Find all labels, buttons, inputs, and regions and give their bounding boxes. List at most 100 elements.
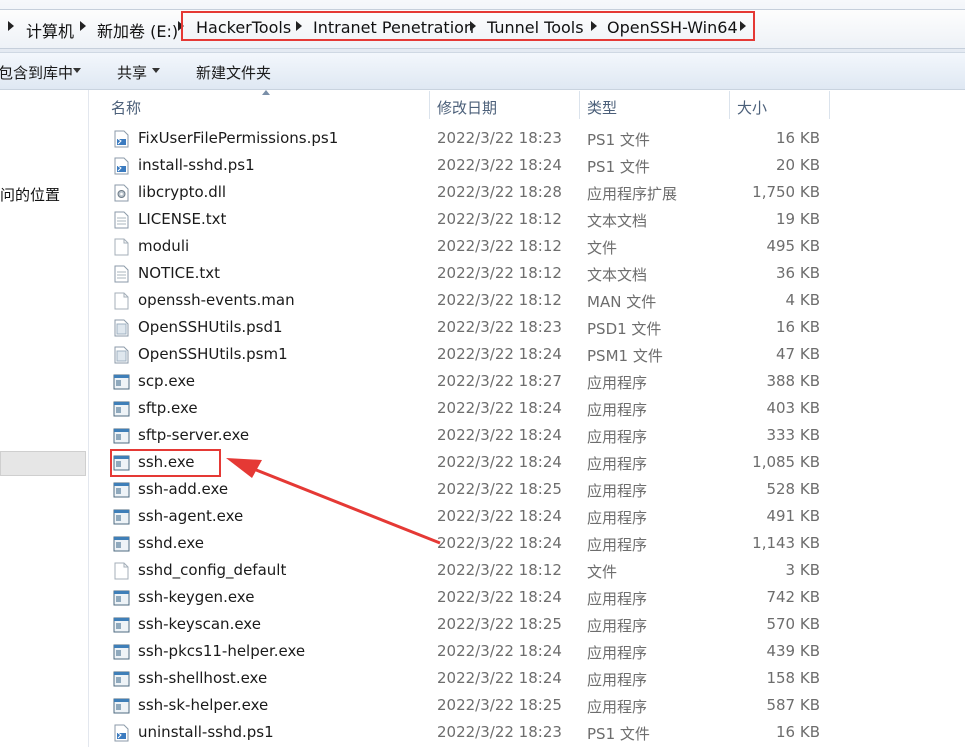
file-size: 20 KB — [776, 156, 820, 174]
file-size: 570 KB — [766, 615, 820, 633]
blank-file-icon — [113, 562, 130, 580]
file-name: ssh-sk-helper.exe — [138, 696, 269, 714]
file-size: 439 KB — [766, 642, 820, 660]
file-type: MAN 文件 — [587, 293, 657, 311]
file-type: 应用程序 — [587, 617, 648, 635]
exe-icon — [113, 427, 130, 445]
file-type: 文本文档 — [587, 212, 648, 230]
file-row[interactable]: install-sshd.ps1 2022/3/22 18:24 PS1 文件 20 … — [100, 152, 965, 179]
file-type: 文件 — [587, 239, 618, 257]
text-icon — [113, 265, 130, 283]
file-name: OpenSSHUtils.psd1 — [138, 318, 283, 336]
file-row[interactable]: ssh-agent.exe 2022/3/22 18:24 应用程序 491 KB — [100, 503, 965, 530]
file-size: 36 KB — [776, 264, 820, 282]
file-row[interactable]: sshd_config_default 2022/3/22 18:12 文件 3 KB — [100, 557, 965, 584]
file-row[interactable]: sftp.exe 2022/3/22 18:24 应用程序 403 KB — [100, 395, 965, 422]
file-type: PSM1 文件 — [587, 347, 663, 365]
blank-file-icon — [113, 238, 130, 256]
file-type: PS1 文件 — [587, 725, 650, 743]
file-date: 2022/3/22 18:24 — [437, 588, 562, 606]
exe-icon — [113, 373, 130, 391]
file-name: sshd_config_default — [138, 561, 287, 579]
file-date: 2022/3/22 18:12 — [437, 291, 562, 309]
file-type: PS1 文件 — [587, 158, 650, 176]
exe-icon — [113, 670, 130, 688]
file-size: 16 KB — [776, 129, 820, 147]
file-date: 2022/3/22 18:24 — [437, 345, 562, 363]
file-row[interactable]: moduli 2022/3/22 18:12 文件 495 KB — [100, 233, 965, 260]
file-row[interactable]: scp.exe 2022/3/22 18:27 应用程序 388 KB — [100, 368, 965, 395]
file-name: scp.exe — [138, 372, 195, 390]
file-date: 2022/3/22 18:24 — [437, 453, 562, 471]
file-row[interactable]: ssh-add.exe 2022/3/22 18:25 应用程序 528 KB — [100, 476, 965, 503]
file-row[interactable]: FixUserFilePermissions.ps1 2022/3/22 18:2… — [100, 125, 965, 152]
file-type: 应用程序 — [587, 455, 648, 473]
file-date: 2022/3/22 18:24 — [437, 507, 562, 525]
file-date: 2022/3/22 18:12 — [437, 210, 562, 228]
file-row[interactable]: ssh-sk-helper.exe 2022/3/22 18:25 应用程序 587 … — [100, 692, 965, 719]
exe-icon — [113, 697, 130, 715]
file-type: 应用程序 — [587, 374, 648, 392]
file-size: 1,143 KB — [752, 534, 820, 552]
file-row[interactable]: OpenSSHUtils.psd1 2022/3/22 18:23 PSD1 文件 1… — [100, 314, 965, 341]
blank-file-icon — [113, 292, 130, 310]
file-type: 应用程序 — [587, 428, 648, 446]
file-name: ssh-keyscan.exe — [138, 615, 261, 633]
file-date: 2022/3/22 18:24 — [437, 399, 562, 417]
file-type: PS1 文件 — [587, 131, 650, 149]
file-size: 16 KB — [776, 723, 820, 741]
ps1-icon — [113, 157, 130, 175]
ssh-exe-highlight-box — [110, 449, 221, 477]
file-date: 2022/3/22 18:12 — [437, 264, 562, 282]
file-type: 应用程序 — [587, 698, 648, 716]
file-date: 2022/3/22 18:24 — [437, 426, 562, 444]
file-size: 403 KB — [766, 399, 820, 417]
file-size: 495 KB — [766, 237, 820, 255]
file-size: 4 KB — [785, 291, 820, 309]
file-row[interactable]: sftp-server.exe 2022/3/22 18:24 应用程序 333 KB — [100, 422, 965, 449]
file-size: 3 KB — [785, 561, 820, 579]
file-row[interactable]: NOTICE.txt 2022/3/22 18:12 文本文档 36 KB — [100, 260, 965, 287]
file-row[interactable]: ssh-pkcs11-helper.exe 2022/3/22 18:24 应用程序… — [100, 638, 965, 665]
ps1-icon — [113, 724, 130, 742]
file-row[interactable]: uninstall-sshd.ps1 2022/3/22 18:23 PS1 文件 1… — [100, 719, 965, 746]
psd1-icon — [113, 319, 130, 337]
file-row[interactable]: ssh-keygen.exe 2022/3/22 18:24 应用程序 742 KB — [100, 584, 965, 611]
file-size: 47 KB — [776, 345, 820, 363]
file-date: 2022/3/22 18:23 — [437, 318, 562, 336]
file-row[interactable]: openssh-events.man 2022/3/22 18:12 MAN 文件 4… — [100, 287, 965, 314]
file-name: FixUserFilePermissions.ps1 — [138, 129, 339, 147]
file-type: 应用程序 — [587, 536, 648, 554]
file-row[interactable]: libcrypto.dll 2022/3/22 18:28 应用程序扩展 1,750 … — [100, 179, 965, 206]
file-type: 应用程序 — [587, 644, 648, 662]
file-size: 742 KB — [766, 588, 820, 606]
file-row[interactable]: LICENSE.txt 2022/3/22 18:12 文本文档 19 KB — [100, 206, 965, 233]
file-list: FixUserFilePermissions.ps1 2022/3/22 18:2… — [0, 0, 965, 747]
file-row[interactable]: OpenSSHUtils.psm1 2022/3/22 18:24 PSM1 文件 4… — [100, 341, 965, 368]
file-name: ssh-keygen.exe — [138, 588, 255, 606]
file-size: 491 KB — [766, 507, 820, 525]
file-type: 文件 — [587, 563, 618, 581]
file-name: uninstall-sshd.ps1 — [138, 723, 274, 741]
file-size: 587 KB — [766, 696, 820, 714]
file-date: 2022/3/22 18:23 — [437, 129, 562, 147]
file-row[interactable]: ssh.exe 2022/3/22 18:24 应用程序 1,085 KB — [100, 449, 965, 476]
file-name: sshd.exe — [138, 534, 205, 552]
exe-icon — [113, 643, 130, 661]
file-name: LICENSE.txt — [138, 210, 227, 228]
file-size: 158 KB — [766, 669, 820, 687]
file-date: 2022/3/22 18:12 — [437, 237, 562, 255]
file-size: 1,085 KB — [752, 453, 820, 471]
file-row[interactable]: ssh-keyscan.exe 2022/3/22 18:25 应用程序 570 KB — [100, 611, 965, 638]
file-date: 2022/3/22 18:28 — [437, 183, 562, 201]
file-size: 528 KB — [766, 480, 820, 498]
file-name: install-sshd.ps1 — [138, 156, 255, 174]
file-date: 2022/3/22 18:24 — [437, 669, 562, 687]
exe-icon — [113, 508, 130, 526]
file-type: 应用程序扩展 — [587, 185, 678, 203]
file-type: 应用程序 — [587, 401, 648, 419]
file-name: libcrypto.dll — [138, 183, 227, 201]
file-name: openssh-events.man — [138, 291, 295, 309]
file-row[interactable]: sshd.exe 2022/3/22 18:24 应用程序 1,143 KB — [100, 530, 965, 557]
file-row[interactable]: ssh-shellhost.exe 2022/3/22 18:24 应用程序 158 … — [100, 665, 965, 692]
